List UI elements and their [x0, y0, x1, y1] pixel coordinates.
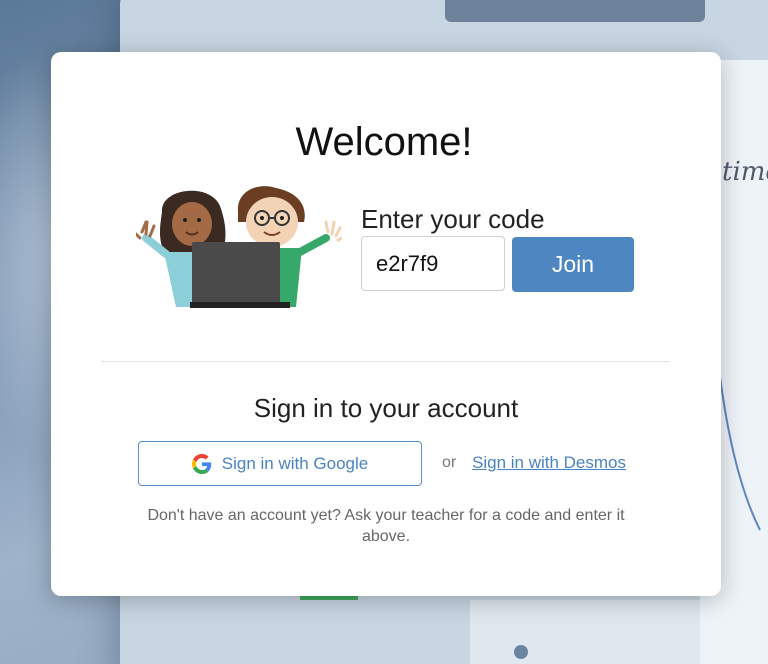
- google-icon: [191, 453, 211, 474]
- or-separator: or: [442, 454, 457, 471]
- background-slider-dot: [514, 645, 528, 659]
- help-text: Don't have an account yet? Ask your teac…: [147, 507, 625, 545]
- background-top-bar: [445, 0, 705, 22]
- code-input[interactable]: [361, 236, 505, 291]
- background-bottom-panel: [470, 600, 700, 664]
- google-button-label: Sign in with Google: [221, 453, 369, 473]
- join-button[interactable]: Join: [512, 237, 634, 292]
- sign-in-with-desmos-link[interactable]: Sign in with Desmos: [472, 453, 626, 473]
- signin-heading: Sign in to your account: [253, 393, 519, 423]
- page-title: Welcome!: [295, 120, 473, 164]
- sign-in-with-google-button[interactable]: Sign in with Google: [138, 441, 422, 486]
- enter-code-label: Enter your code: [361, 204, 545, 234]
- students-with-laptop-illustration: [136, 186, 342, 308]
- section-divider: [101, 361, 670, 362]
